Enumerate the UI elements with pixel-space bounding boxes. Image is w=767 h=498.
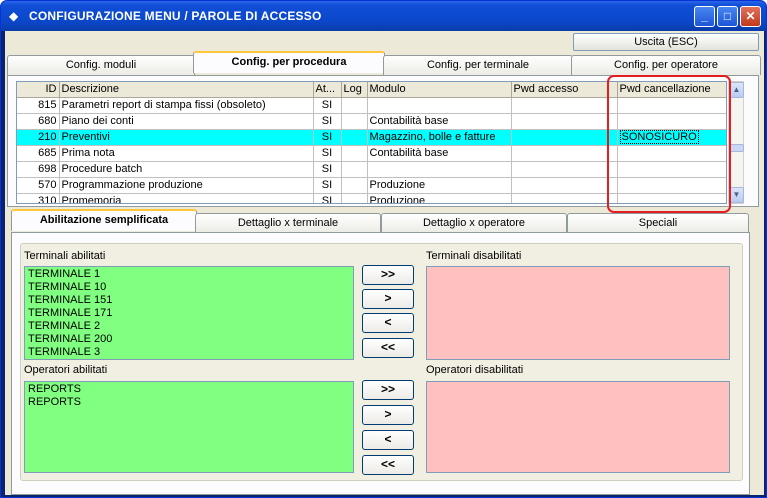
list-item[interactable]: TERMINALE 171 — [28, 307, 350, 320]
title-bar[interactable]: ◆ CONFIGURAZIONE MENU / PAROLE DI ACCESS… — [1, 1, 766, 31]
enablement-group: Terminali abilitati TERMINALE 1 TERMINAL… — [20, 243, 743, 481]
operators-enabled-label: Operatori abilitati — [24, 364, 108, 376]
cell-modulo: Produzione — [367, 177, 512, 194]
cell-id: 310 — [17, 193, 60, 203]
tab-abilitazione-semplificata[interactable]: Abilitazione semplificata — [11, 209, 197, 231]
operators-move-all-left-button[interactable]: << — [362, 455, 414, 475]
window: ◆ CONFIGURAZIONE MENU / PAROLE DI ACCESS… — [0, 0, 767, 498]
cell-log — [341, 193, 368, 203]
cell-descrizione: Procedure batch — [59, 161, 314, 178]
col-header-modulo[interactable]: Modulo — [367, 82, 512, 98]
cell-modulo: Contabilità base — [367, 113, 512, 130]
cell-modulo: Magazzino, bolle e fatture — [367, 129, 512, 146]
move-all-right-button[interactable]: >> — [362, 265, 414, 285]
cell-id: 570 — [17, 177, 60, 194]
tab-dettaglio-x-terminale[interactable]: Dettaglio x terminale — [195, 213, 381, 233]
cell-modulo: Contabilità base — [367, 145, 512, 162]
terminals-disabled-label: Terminali disabilitati — [426, 250, 522, 262]
col-header-log[interactable]: Log — [341, 82, 368, 98]
cell-pwd-accesso[interactable] — [511, 129, 618, 146]
tab-dettaglio-x-operatore[interactable]: Dettaglio x operatore — [381, 213, 567, 233]
cell-modulo — [367, 97, 512, 114]
cell-id: 685 — [17, 145, 60, 162]
cell-pwd-accesso[interactable] — [511, 177, 618, 194]
move-right-button[interactable]: > — [362, 289, 414, 309]
operators-enabled-list[interactable]: REPORTS REPORTS — [24, 381, 354, 473]
cell-descrizione: Promemoria — [59, 193, 314, 203]
cell-attivo: SI — [313, 145, 342, 162]
app-icon: ◆ — [9, 9, 19, 23]
cell-log — [341, 177, 368, 194]
highlight-annotation — [607, 75, 731, 213]
scroll-thumb[interactable] — [729, 144, 744, 152]
bottom-tab-bar: Abilitazione semplificata Dettaglio x te… — [9, 209, 749, 233]
list-item[interactable]: TERMINALE 1 — [28, 268, 350, 281]
top-tab-bar: Config. moduli Config. per procedura Con… — [5, 51, 764, 75]
list-item[interactable]: TERMINALE 2 — [28, 320, 350, 333]
tab-speciali[interactable]: Speciali — [567, 213, 749, 233]
operators-disabled-label: Operatori disabilitati — [426, 364, 524, 376]
move-all-left-button[interactable]: << — [362, 338, 414, 358]
cell-attivo: SI — [313, 177, 342, 194]
cell-id: 698 — [17, 161, 60, 178]
list-item[interactable]: TERMINALE 3 — [28, 346, 350, 359]
cell-attivo: SI — [313, 193, 342, 203]
list-item[interactable]: TERMINALE 200 — [28, 333, 350, 346]
cell-log — [341, 97, 368, 114]
col-header-attivo[interactable]: At... — [313, 82, 342, 98]
list-item[interactable]: REPORTS — [28, 396, 350, 409]
scroll-down-icon[interactable]: ▼ — [729, 187, 744, 203]
cell-descrizione: Preventivi — [59, 129, 314, 146]
cell-log — [341, 113, 368, 130]
tab-config-moduli[interactable]: Config. moduli — [7, 55, 195, 75]
tab-config-per-terminale[interactable]: Config. per terminale — [383, 55, 573, 75]
cell-descrizione: Piano dei conti — [59, 113, 314, 130]
close-button[interactable]: ✕ — [740, 6, 761, 27]
operators-disabled-list[interactable] — [426, 381, 730, 473]
cell-descrizione: Parametri report di stampa fissi (obsole… — [59, 97, 314, 114]
operators-move-left-button[interactable]: < — [362, 430, 414, 450]
cell-attivo: SI — [313, 97, 342, 114]
window-title: CONFIGURAZIONE MENU / PAROLE DI ACCESSO — [29, 9, 322, 23]
cell-attivo: SI — [313, 129, 342, 146]
cell-pwd-accesso[interactable] — [511, 145, 618, 162]
cell-id: 680 — [17, 113, 60, 130]
operators-move-all-right-button[interactable]: >> — [362, 380, 414, 400]
cell-pwd-accesso[interactable] — [511, 161, 618, 178]
list-item[interactable]: REPORTS — [28, 383, 350, 396]
tab-config-per-operatore[interactable]: Config. per operatore — [571, 55, 761, 75]
cell-id: 210 — [17, 129, 60, 146]
cell-id: 815 — [17, 97, 60, 114]
cell-pwd-accesso[interactable] — [511, 113, 618, 130]
col-header-pwd-accesso[interactable]: Pwd accesso — [511, 82, 618, 98]
enablement-panel: Terminali abilitati TERMINALE 1 TERMINAL… — [11, 232, 750, 495]
maximize-button[interactable]: □ — [717, 6, 738, 27]
tab-config-per-procedura[interactable]: Config. per procedura — [193, 51, 385, 73]
cell-attivo: SI — [313, 113, 342, 130]
cell-descrizione: Prima nota — [59, 145, 314, 162]
cell-descrizione: Programmazione produzione — [59, 177, 314, 194]
terminals-enabled-list[interactable]: TERMINALE 1 TERMINALE 10 TERMINALE 151 T… — [24, 266, 354, 360]
cell-pwd-accesso[interactable] — [511, 193, 618, 203]
cell-pwd-accesso[interactable] — [511, 97, 618, 114]
terminals-enabled-label: Terminali abilitati — [24, 250, 106, 262]
col-header-id[interactable]: ID — [17, 82, 60, 98]
cell-log — [341, 145, 368, 162]
terminals-disabled-list[interactable] — [426, 266, 730, 360]
col-header-descrizione[interactable]: Descrizione — [59, 82, 314, 98]
cell-attivo: SI — [313, 161, 342, 178]
move-left-button[interactable]: < — [362, 313, 414, 333]
cell-modulo: Produzione — [367, 193, 512, 203]
scroll-up-icon[interactable]: ▲ — [729, 82, 744, 98]
cell-log — [341, 161, 368, 178]
list-item[interactable]: TERMINALE 151 — [28, 294, 350, 307]
minimize-button[interactable]: _ — [694, 6, 715, 27]
cell-log — [341, 129, 368, 146]
cell-modulo — [367, 161, 512, 178]
operators-move-right-button[interactable]: > — [362, 405, 414, 425]
list-item[interactable]: TERMINALE 10 — [28, 281, 350, 294]
exit-button[interactable]: Uscita (ESC) — [573, 33, 759, 51]
